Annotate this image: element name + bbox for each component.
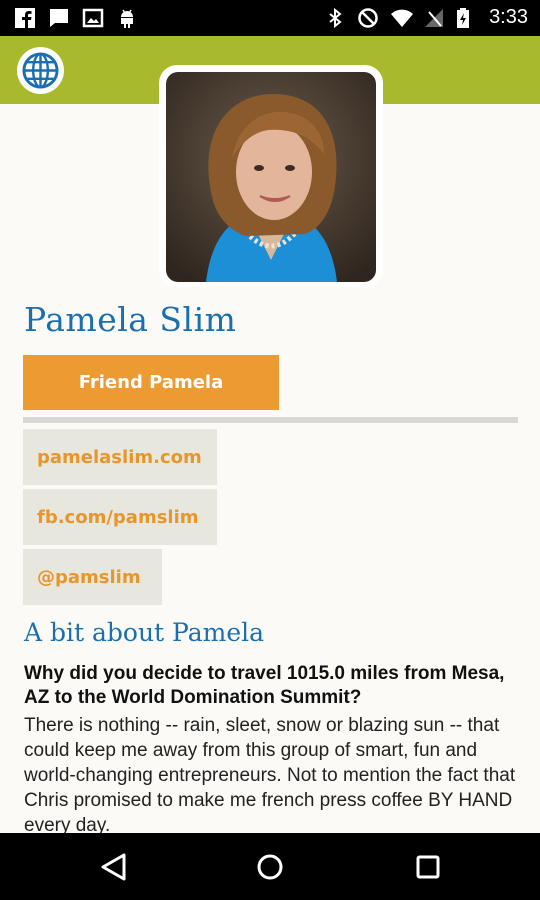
- back-button[interactable]: [97, 849, 133, 885]
- profile-name: Pamela Slim: [24, 300, 237, 339]
- android-icon: [116, 7, 138, 29]
- facebook-icon: [14, 7, 36, 29]
- about-question: Why did you decide to travel 1015.0 mile…: [24, 663, 505, 708]
- website-link[interactable]: pamelaslim.com: [23, 429, 217, 485]
- navigation-bar: [0, 833, 540, 900]
- do-not-disturb-icon: [357, 7, 379, 29]
- image-icon: [82, 7, 104, 29]
- status-bar: 3:33: [0, 0, 540, 36]
- back-icon: [101, 853, 126, 881]
- divider: [23, 417, 518, 423]
- home-button[interactable]: [252, 849, 288, 885]
- about-answer: There is nothing -- rain, sleet, snow or…: [24, 715, 516, 836]
- battery-icon: [456, 7, 478, 29]
- profile-photo: [166, 72, 376, 282]
- signal-icon: [423, 7, 445, 29]
- globe-icon: [22, 52, 59, 89]
- about-title: A bit about Pamela: [24, 618, 265, 647]
- wifi-icon: [390, 7, 414, 29]
- chat-icon: [48, 7, 70, 29]
- home-icon: [257, 854, 283, 880]
- twitter-link[interactable]: @pamslim: [23, 549, 162, 605]
- friend-button[interactable]: Friend Pamela: [23, 355, 279, 410]
- status-time: 3:33: [489, 6, 528, 28]
- facebook-link[interactable]: fb.com/pamslim: [23, 489, 217, 545]
- profile-photo-frame: [159, 65, 383, 287]
- globe-button[interactable]: [17, 47, 64, 94]
- recents-button[interactable]: [410, 849, 446, 885]
- bluetooth-icon: [324, 7, 346, 29]
- recents-icon: [416, 855, 440, 879]
